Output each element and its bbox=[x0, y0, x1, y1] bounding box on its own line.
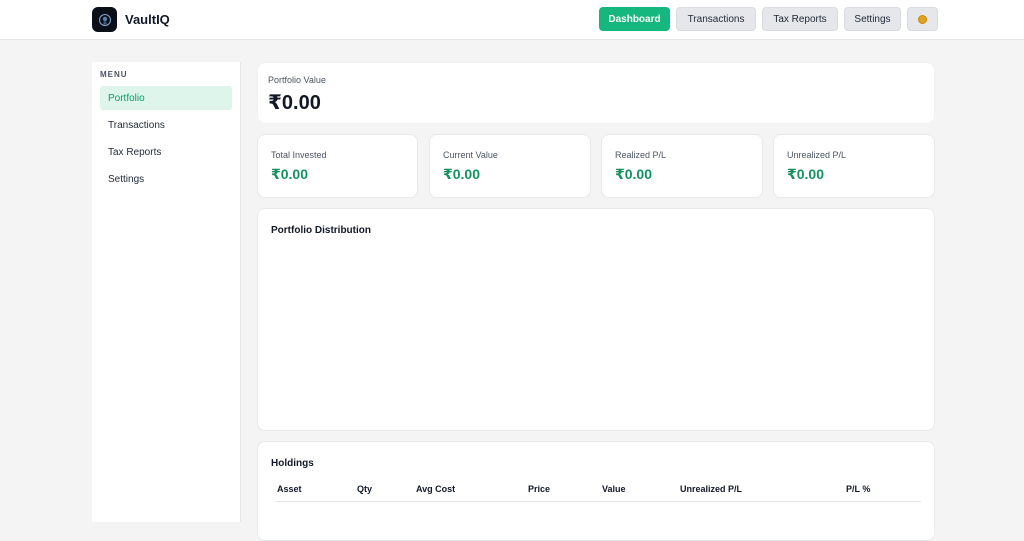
sidebar-item-label: Tax Reports bbox=[108, 146, 162, 158]
sidebar-item-tax-reports[interactable]: Tax Reports bbox=[100, 140, 232, 164]
stat-card-realized-pl: Realized P/L ₹0.00 bbox=[601, 134, 763, 198]
portfolio-value: ₹0.00 bbox=[268, 92, 321, 114]
nav-tax-reports-button[interactable]: Tax Reports bbox=[762, 7, 838, 31]
stat-label: Total Invested bbox=[271, 150, 327, 160]
sidebar-item-transactions[interactable]: Transactions bbox=[100, 113, 232, 137]
stat-label: Unrealized P/L bbox=[787, 150, 847, 160]
stat-value: ₹0.00 bbox=[615, 166, 652, 182]
distribution-chart-area bbox=[271, 247, 921, 422]
sidebar-item-label: Portfolio bbox=[108, 92, 145, 104]
nav-transactions-button[interactable]: Transactions bbox=[676, 7, 756, 31]
column-header-qty[interactable]: Qty bbox=[357, 484, 372, 494]
column-header-unrealized-pl[interactable]: Unrealized P/L bbox=[680, 484, 742, 494]
sidebar-item-portfolio[interactable]: Portfolio bbox=[100, 86, 232, 110]
portfolio-distribution-title: Portfolio Distribution bbox=[271, 225, 371, 236]
top-nav: Dashboard Transactions Tax Reports Setti… bbox=[599, 7, 938, 31]
stat-card-current-value: Current Value ₹0.00 bbox=[429, 134, 591, 198]
stat-value: ₹0.00 bbox=[787, 166, 824, 182]
holdings-table-header: Asset Qty Avg Cost Price Value Unrealize… bbox=[276, 484, 921, 502]
app-name: VaultIQ bbox=[125, 12, 170, 27]
column-header-price[interactable]: Price bbox=[528, 484, 550, 494]
column-header-asset[interactable]: Asset bbox=[277, 484, 302, 494]
portfolio-value-card: Portfolio Value ₹0.00 bbox=[257, 62, 935, 124]
nav-dashboard-button[interactable]: Dashboard bbox=[599, 7, 670, 31]
sidebar-item-label: Settings bbox=[108, 173, 145, 185]
stat-card-unrealized-pl: Unrealized P/L ₹0.00 bbox=[773, 134, 935, 198]
column-header-avg-cost[interactable]: Avg Cost bbox=[416, 484, 455, 494]
sidebar: MENU Portfolio Transactions Tax Reports … bbox=[92, 62, 241, 522]
holdings-card: Holdings Asset Qty Avg Cost Price Value … bbox=[257, 441, 935, 541]
brand[interactable]: VaultIQ bbox=[92, 7, 170, 32]
column-header-pl-percent[interactable]: P/L % bbox=[846, 484, 870, 494]
stat-card-total-invested: Total Invested ₹0.00 bbox=[257, 134, 418, 198]
theme-toggle-icon bbox=[918, 14, 927, 24]
sidebar-menu-label: MENU bbox=[100, 70, 128, 79]
stat-value: ₹0.00 bbox=[271, 166, 308, 182]
column-header-value[interactable]: Value bbox=[602, 484, 626, 494]
sidebar-item-settings[interactable]: Settings bbox=[100, 167, 232, 191]
nav-settings-button[interactable]: Settings bbox=[844, 7, 901, 31]
holdings-title: Holdings bbox=[271, 458, 314, 469]
vault-logo-icon bbox=[92, 7, 117, 32]
sidebar-item-label: Transactions bbox=[108, 119, 165, 131]
stat-label: Realized P/L bbox=[615, 150, 667, 160]
portfolio-distribution-card: Portfolio Distribution bbox=[257, 208, 935, 431]
stat-label: Current Value bbox=[443, 150, 498, 160]
portfolio-value-label: Portfolio Value bbox=[268, 75, 326, 85]
top-bar: VaultIQ Dashboard Transactions Tax Repor… bbox=[0, 0, 1024, 40]
stat-value: ₹0.00 bbox=[443, 166, 480, 182]
theme-toggle-button[interactable] bbox=[907, 7, 938, 31]
